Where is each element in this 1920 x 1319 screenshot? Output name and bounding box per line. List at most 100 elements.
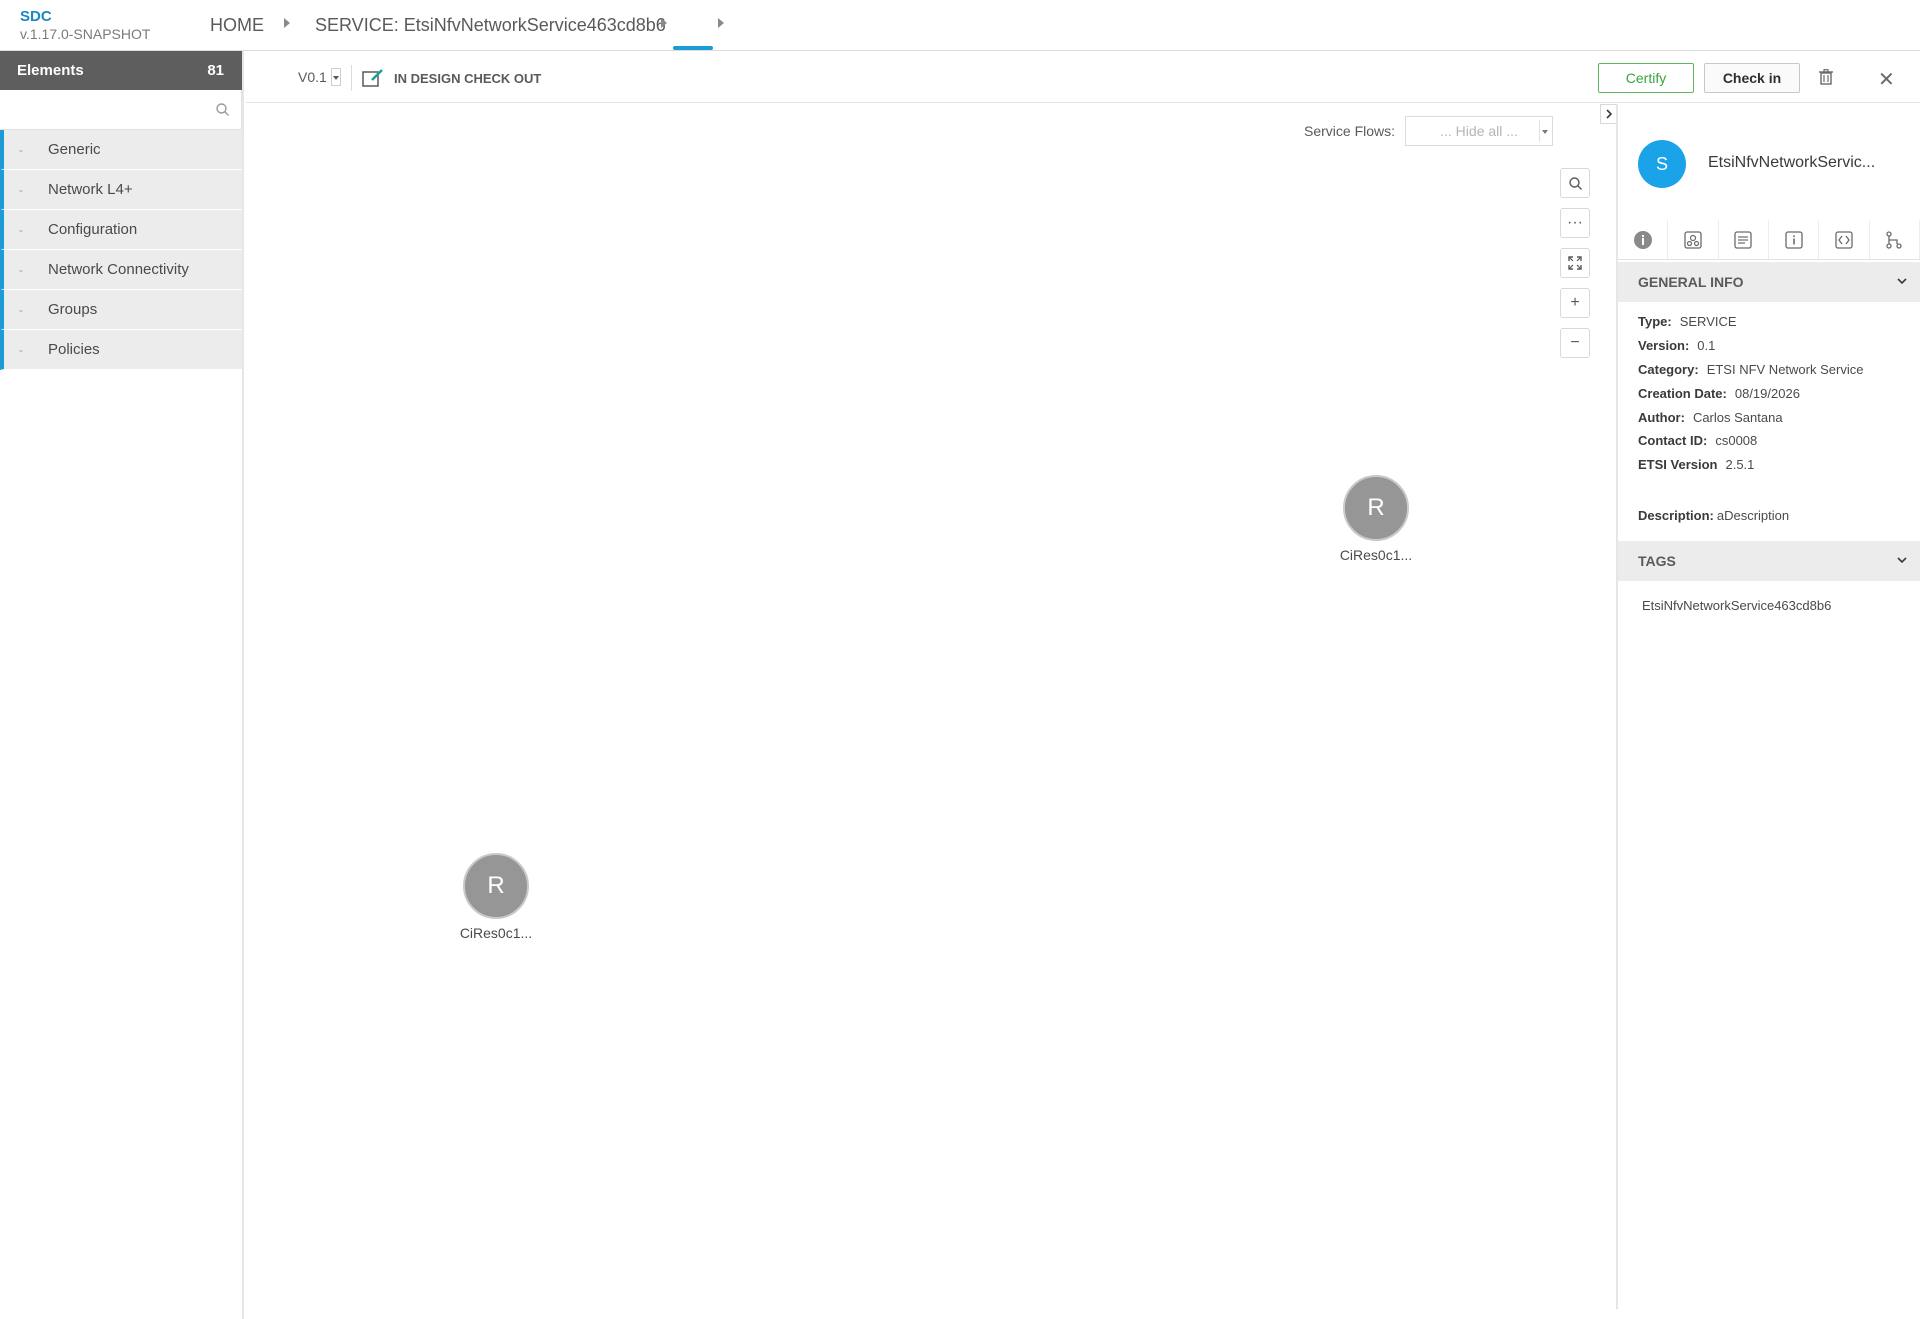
zoom-in-button[interactable]: +: [1560, 288, 1590, 318]
info-description: Description: aDescription: [1638, 508, 1789, 523]
node-label: CiRes0c1...: [459, 925, 533, 941]
edit-checkout-icon: [362, 69, 383, 87]
code-icon: [1835, 230, 1853, 249]
tab-composition[interactable]: [1668, 220, 1719, 259]
version-value: V0.1: [298, 69, 327, 85]
collapse-icon: -: [19, 302, 23, 317]
palette-category-network-connectivity[interactable]: - Network Connectivity: [0, 250, 242, 290]
tab-properties[interactable]: [1769, 220, 1820, 259]
panel-title: EtsiNfvNetworkServic...: [1708, 154, 1876, 171]
collapse-icon: -: [19, 222, 23, 237]
resource-node-icon[interactable]: R: [463, 853, 529, 919]
breadcrumb-separator-icon[interactable]: [661, 18, 667, 28]
palette-category-label: Groups: [48, 301, 98, 318]
info-creation-date: Creation Date: 08/19/2026: [1638, 386, 1800, 401]
palette-category-label: Network Connectivity: [48, 261, 189, 278]
info-value: cs0008: [1715, 433, 1758, 448]
canvas-node[interactable]: R CiRes0c1...: [1331, 475, 1421, 563]
chevron-down-icon: [1897, 278, 1907, 285]
collapse-icon: -: [19, 262, 23, 277]
service-flows-select[interactable]: ... Hide all ...: [1405, 116, 1554, 146]
breadcrumb-service[interactable]: SERVICE: EtsiNfvNetworkService463cd8b6: [315, 14, 666, 36]
info-category: Category: ETSI NFV Network Service: [1638, 362, 1863, 377]
palette-category-network-l4[interactable]: - Network L4+: [0, 170, 242, 210]
composition-canvas[interactable]: Service Flows: ... Hide all ... ··· + − …: [246, 104, 1616, 1309]
canvas-search-button[interactable]: [1560, 168, 1590, 198]
more-options-button[interactable]: ···: [1560, 208, 1590, 238]
info-value: Carlos Santana: [1692, 410, 1783, 425]
app-version: v.1.17.0-SNAPSHOT: [20, 26, 151, 42]
chevron-right-icon: [1605, 109, 1612, 119]
info-label: Author:: [1638, 410, 1685, 425]
workspace-toolbar: V0.1 IN DESIGN CHECK OUT Certify Check i…: [246, 51, 1920, 103]
breadcrumb-separator-icon[interactable]: [718, 18, 724, 28]
resource-node-icon[interactable]: R: [1343, 475, 1409, 541]
palette-category-label: Configuration: [48, 221, 138, 238]
composition-icon: [1684, 230, 1702, 249]
canvas-node[interactable]: R CiRes0c1...: [451, 853, 541, 941]
info-value: 0.1: [1697, 338, 1716, 353]
info-value: ETSI NFV Network Service: [1706, 362, 1864, 377]
details-panel: S EtsiNfvNetworkServic... GENERAL INFO T…: [1616, 104, 1920, 1309]
top-nav-bar: SDC v.1.17.0-SNAPSHOT HOME SERVICE: Etsi…: [0, 0, 1920, 51]
palette-header: Elements 81: [0, 51, 242, 90]
palette-category-policies[interactable]: - Policies: [0, 330, 242, 370]
lifecycle-status-text: IN DESIGN CHECK OUT: [394, 70, 542, 86]
general-info-header[interactable]: GENERAL INFO: [1618, 262, 1920, 302]
app-brand: SDC: [20, 8, 52, 25]
chevron-down-icon[interactable]: [330, 68, 341, 86]
checkin-button[interactable]: Check in: [1704, 63, 1800, 93]
tab-deployment-artifacts[interactable]: [1719, 220, 1769, 259]
collapse-icon: -: [19, 342, 23, 357]
breadcrumb-home[interactable]: HOME: [210, 14, 264, 36]
panel-tabs: [1618, 220, 1920, 260]
palette-category-generic[interactable]: - Generic: [0, 130, 242, 170]
tab-api[interactable]: [1819, 220, 1870, 259]
collapse-icon: -: [19, 142, 23, 157]
zoom-out-button[interactable]: −: [1560, 328, 1590, 358]
document-icon: [1734, 230, 1752, 249]
tab-general-info[interactable]: [1618, 220, 1669, 259]
info-value: 08/19/2026: [1734, 386, 1800, 401]
palette-search-input[interactable]: [0, 90, 241, 129]
palette-category-groups[interactable]: - Groups: [0, 290, 242, 330]
info-label: Contact ID:: [1638, 433, 1708, 448]
search-icon[interactable]: [216, 103, 229, 121]
info-version: Version: 0.1: [1638, 338, 1715, 353]
info-label: Creation Date:: [1638, 386, 1727, 401]
elements-palette: Elements 81 - Generic - Network L4+ - Confi…: [0, 51, 244, 1319]
fit-to-screen-button[interactable]: [1560, 248, 1590, 278]
avatar: S: [1638, 140, 1686, 188]
info-etsi-version: ETSI Version 2.5.1: [1638, 457, 1754, 472]
info-label: Type:: [1638, 314, 1672, 329]
tab-relations[interactable]: [1870, 220, 1920, 259]
info-value: SERVICE: [1679, 314, 1737, 329]
version-select[interactable]: V0.1: [298, 68, 341, 86]
service-flows: Service Flows: ... Hide all ...: [1304, 116, 1554, 146]
close-icon[interactable]: ✕: [1878, 67, 1895, 92]
tags-title: TAGS: [1638, 553, 1676, 569]
node-label: CiRes0c1...: [1339, 547, 1413, 563]
certify-button[interactable]: Certify: [1598, 63, 1694, 93]
general-info-title: GENERAL INFO: [1638, 274, 1744, 290]
palette-category-configuration[interactable]: - Configuration: [0, 210, 242, 250]
info-label: Description:: [1638, 508, 1714, 523]
info-filled-icon: [1633, 230, 1652, 249]
trash-icon[interactable]: [1819, 69, 1833, 90]
search-icon: [1568, 176, 1582, 190]
info-contact-id: Contact ID: cs0008: [1638, 433, 1757, 448]
info-value: 2.5.1: [1725, 457, 1755, 472]
tags-header[interactable]: TAGS: [1618, 541, 1920, 581]
divider: [351, 65, 352, 91]
chevron-down-icon: [1897, 557, 1907, 564]
breadcrumb-separator-icon[interactable]: [284, 18, 290, 28]
app-logo[interactable]: SDC v.1.17.0-SNAPSHOT: [20, 8, 150, 42]
palette-search: [0, 90, 242, 130]
service-flows-label: Service Flows:: [1304, 123, 1396, 139]
info-value: aDescription: [1716, 508, 1790, 523]
palette-category-label: Network L4+: [48, 181, 133, 198]
palette-category-label: Policies: [48, 341, 100, 358]
collapse-panel-button[interactable]: [1600, 104, 1617, 124]
info-label: Category:: [1638, 362, 1699, 377]
collapse-icon: -: [19, 182, 23, 197]
